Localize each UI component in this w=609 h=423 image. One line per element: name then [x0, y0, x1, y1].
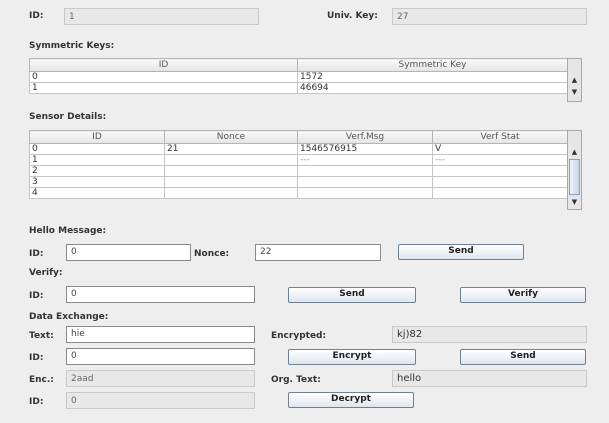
enc-field: 2aad: [66, 370, 255, 387]
table-cell: [432, 176, 568, 188]
table-cell: 21: [164, 143, 298, 155]
table-header-row: ID Nonce Verf.Msg Verf Stat: [29, 130, 568, 144]
table-cell: [432, 165, 568, 177]
table-row[interactable]: 2: [29, 165, 568, 177]
data-id-label: ID:: [29, 353, 44, 363]
table-cell: [297, 165, 433, 177]
symmetric-keys-title: Symmetric Keys:: [29, 41, 115, 51]
hello-message-title: Hello Message:: [29, 226, 107, 236]
column-header-symmetric-key[interactable]: Symmetric Key: [297, 58, 568, 72]
table-cell: [164, 154, 298, 166]
encrypted-label: Encrypted:: [271, 331, 327, 341]
symmetric-keys-scrollbar[interactable]: ▲ ▼: [567, 58, 582, 102]
encrypt-button[interactable]: Encrypt: [288, 349, 416, 365]
symmetric-keys-table: ID Symmetric Key 0 1572 1 46694: [29, 58, 568, 94]
table-cell: [297, 176, 433, 188]
column-header-verf-stat[interactable]: Verf Stat: [432, 130, 568, 144]
table-cell: 1: [29, 154, 165, 166]
nonce-input[interactable]: 22: [255, 244, 381, 261]
table-row[interactable]: 0 1572: [29, 71, 568, 83]
table-cell: V: [432, 143, 568, 155]
hello-id-label: ID:: [29, 249, 44, 259]
scroll-up-icon[interactable]: ▲: [568, 75, 581, 85]
hello-send-button[interactable]: Send: [398, 244, 524, 260]
table-cell: 1: [29, 82, 298, 94]
table-cell: 2: [29, 165, 165, 177]
table-cell: 46694: [297, 82, 568, 94]
org-text-label: Org. Text:: [271, 375, 321, 385]
table-cell: ---: [297, 154, 433, 166]
scroll-up-icon[interactable]: ▲: [568, 147, 581, 157]
table-cell: [432, 187, 568, 199]
table-cell: ---: [432, 154, 568, 166]
hello-id-input[interactable]: 0: [66, 244, 191, 261]
verify-button[interactable]: Verify: [460, 287, 586, 303]
column-header-nonce[interactable]: Nonce: [164, 130, 298, 144]
table-row[interactable]: 3: [29, 176, 568, 188]
table-cell: [164, 165, 298, 177]
table-cell: 1546576915: [297, 143, 433, 155]
column-header-verf-msg[interactable]: Verf.Msg: [297, 130, 433, 144]
main-panel: ID: 1 Univ. Key: 27 Symmetric Keys: ID S…: [0, 0, 609, 423]
id-label: ID:: [29, 11, 44, 21]
decrypt-button[interactable]: Decrypt: [288, 392, 414, 408]
text-input[interactable]: hie: [66, 326, 255, 343]
scroll-down-icon[interactable]: ▼: [568, 87, 581, 97]
org-text-field: hello: [392, 370, 587, 387]
verify-id-label: ID:: [29, 291, 44, 301]
enc-label: Enc.:: [29, 375, 54, 385]
table-row[interactable]: 0 21 1546576915 V: [29, 143, 568, 155]
data-exchange-title: Data Exchange:: [29, 312, 109, 322]
table-cell: [297, 187, 433, 199]
verify-title: Verify:: [29, 268, 63, 278]
verify-send-button[interactable]: Send: [288, 287, 416, 303]
sensor-details-title: Sensor Details:: [29, 112, 107, 122]
sensor-details-table: ID Nonce Verf.Msg Verf Stat 0 21 1546576…: [29, 130, 568, 199]
table-row[interactable]: 1 46694: [29, 82, 568, 94]
text-label: Text:: [29, 331, 54, 341]
verify-id-input[interactable]: 0: [66, 286, 255, 303]
encrypted-field: kj)82: [392, 326, 587, 343]
table-cell: [164, 187, 298, 199]
decrypt-id-field: 0: [66, 392, 255, 409]
data-send-button[interactable]: Send: [460, 349, 586, 365]
decrypt-id-label: ID:: [29, 397, 44, 407]
scrollbar-thumb[interactable]: [569, 159, 580, 195]
scroll-down-icon[interactable]: ▼: [568, 197, 581, 207]
univ-key-field: 27: [392, 8, 587, 25]
table-cell: 1572: [297, 71, 568, 83]
univ-key-label: Univ. Key:: [327, 11, 378, 21]
table-cell: 0: [29, 71, 298, 83]
table-cell: 0: [29, 143, 165, 155]
sensor-details-scrollbar[interactable]: ▲ ▼: [567, 130, 582, 210]
table-cell: 3: [29, 176, 165, 188]
column-header-id[interactable]: ID: [29, 58, 298, 72]
id-field: 1: [64, 8, 259, 25]
table-header-row: ID Symmetric Key: [29, 58, 568, 72]
table-cell: [164, 176, 298, 188]
table-row[interactable]: 4: [29, 187, 568, 199]
table-cell: 4: [29, 187, 165, 199]
table-row[interactable]: 1 --- ---: [29, 154, 568, 166]
nonce-label: Nonce:: [194, 249, 230, 259]
data-id-input[interactable]: 0: [66, 348, 255, 365]
column-header-id[interactable]: ID: [29, 130, 165, 144]
